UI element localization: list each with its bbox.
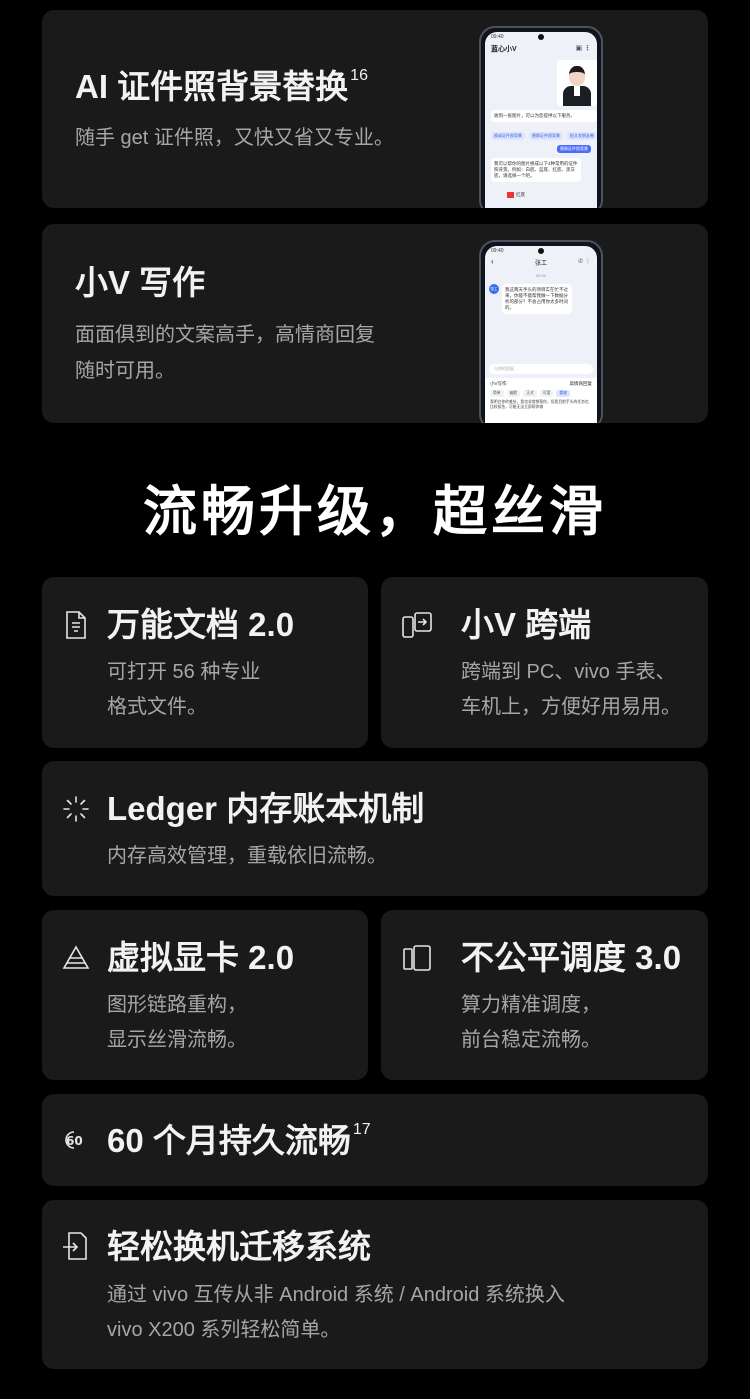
document-icon <box>60 609 92 641</box>
sixty-icon: 60 <box>60 1124 92 1156</box>
feature-docs-card: 万能文档 2.0 可打开 56 种专业 格式文件。 <box>42 577 368 748</box>
camera-icon <box>538 34 544 40</box>
gpu-desc-line2: 显示丝滑流畅。 <box>107 1029 247 1051</box>
docs-desc-line1: 可打开 56 种专业 <box>107 661 261 683</box>
feature-sixty-card: 60 60 个月持久流畅 17 <box>42 1094 708 1186</box>
tone-tabs: 简单 幽默 正式 可爱 委婉 <box>485 390 597 397</box>
migrate-desc-line2: vivo X200 系列轻松简单。 <box>107 1319 341 1341</box>
call-more-icon[interactable]: ✆ ⋮ <box>578 258 591 265</box>
gpu-desc-line1: 图形链路重构， <box>107 994 247 1016</box>
docs-desc-line2: 格式文件。 <box>107 696 207 718</box>
panel-title: 小V写作 <box>490 381 507 386</box>
feature-sched-card: 不公平调度 3.0 算力精准调度， 前台稳定流畅。 <box>381 910 708 1080</box>
chip-selected[interactable]: 替换证件照背景 <box>557 145 591 153</box>
cross-desc-line2: 车机上，方便好用易用。 <box>461 696 681 718</box>
chip-option-3[interactable]: 配文发朋友圈 <box>567 132 597 140</box>
phone-screen: 09:40 ‹ 张工 ✆ ⋮ 09:40 张工 我这两天手头的项目实在忙不过来，你能… <box>485 246 597 423</box>
ai-message-2: 我可以帮你的图片换成以下4种常用的证件照背景。例如：白底、蓝底、红底、黑灰底，请… <box>491 158 581 182</box>
ai-photo-desc: 随手 get 证件照，又快又省又专业。 <box>75 127 394 149</box>
writing-card: 小V 写作 面面俱到的文案高手，高情商回复 随时可用。 09:40 ‹ 张工 ✆ ⋮… <box>42 224 708 423</box>
back-icon[interactable]: ‹ <box>491 257 494 266</box>
message-input[interactable]: 与你的回复… <box>489 364 593 374</box>
tone-tab[interactable]: 委婉 <box>556 390 570 397</box>
phone-mockup-writing: 09:40 ‹ 张工 ✆ ⋮ 09:40 张工 我这两天手头的项目实在忙不过来，你能… <box>479 240 603 423</box>
red-background-option[interactable]: 红底 <box>507 192 525 198</box>
status-time: 09:40 <box>491 248 504 254</box>
chip-option-2[interactable]: 替换证件照背景 <box>529 132 563 140</box>
feature-migrate-card: 轻松换机迁移系统 通过 vivo 互传从非 Android 系统 / Andro… <box>42 1200 708 1369</box>
tone-tab[interactable]: 可爱 <box>539 390 554 397</box>
feature-cross-card: 小V 跨端 跨端到 PC、vivo 手表、 车机上，方便好用易用。 <box>381 577 708 748</box>
tone-tab[interactable]: 幽默 <box>506 390 521 397</box>
contact-name: 张工 <box>534 261 547 267</box>
memory-ledger-icon <box>60 793 92 825</box>
camera-icon <box>538 248 544 254</box>
migrate-icon <box>60 1230 92 1262</box>
sixty-title: 60 个月持久流畅 17 <box>107 1121 371 1159</box>
feature-ledger-card: Ledger 内存账本机制 内存高效管理，重载依旧流畅。 <box>42 761 708 896</box>
section-title: 流畅升级，超丝滑 <box>143 482 607 542</box>
red-swatch <box>507 192 514 198</box>
writing-title: 小V 写作 <box>75 264 206 301</box>
ai-photo-title: AI 证件照背景替换 16 <box>75 67 368 105</box>
menu-icon: ▣ ⋮ <box>575 45 591 52</box>
writing-panel: 小V写作 高情商回复 简单 幽默 正式 可爱 委婉 我明白你的难处，我也非常想帮你，但我目… <box>485 378 597 423</box>
incoming-message: 我这两天手头的项目实在忙不过来，你能不能帮我做一下数据分析的部分？不会占用你太多… <box>502 284 572 314</box>
tone-tab[interactable]: 正式 <box>523 390 537 397</box>
feature-gpu-card: 虚拟显卡 2.0 图形链路重构， 显示丝滑流畅。 <box>42 910 368 1080</box>
migrate-title: 轻松换机迁移系统 <box>107 1228 371 1265</box>
app-title: 蓝心小V <box>491 46 517 53</box>
ledger-title: Ledger 内存账本机制 <box>107 790 425 827</box>
ai-photo-card: AI 证件照背景替换 16 随手 get 证件照，又快又省又专业。 09:40 蓝… <box>42 10 708 208</box>
cross-desc-line1: 跨端到 PC、vivo 手表、 <box>461 661 676 683</box>
footnote-16: 16 <box>350 67 368 84</box>
phone-screen: 09:40 蓝心小V ▣ ⋮ 收到一张图片，可以为您提供以下服务。 换成证件照背景… <box>485 32 597 208</box>
footnote-17: 17 <box>352 1121 371 1138</box>
panel-mode[interactable]: 高情商回复 <box>570 381 593 387</box>
ai-message-1: 收到一张图片，可以为您提供以下服务。 <box>491 110 597 122</box>
portrait-photo <box>557 60 597 106</box>
chat-timestamp: 09:40 <box>535 273 546 278</box>
scheduler-icon <box>401 942 433 974</box>
status-time: 09:40 <box>491 34 504 40</box>
cross-device-icon <box>401 609 433 641</box>
svg-text:60: 60 <box>66 1134 83 1148</box>
avatar: 张工 <box>489 284 499 294</box>
chip-option-1[interactable]: 换成证件照背景 <box>491 132 525 140</box>
gpu-triangle-icon <box>60 942 92 974</box>
migrate-desc-line1: 通过 vivo 互传从非 Android 系统 / Android 系统换入 <box>107 1284 565 1306</box>
sched-desc-line2: 前台稳定流畅。 <box>461 1029 601 1051</box>
gpu-title: 虚拟显卡 2.0 <box>107 939 295 976</box>
writing-desc-line1: 面面俱到的文案高手，高情商回复 <box>75 324 375 346</box>
sched-title: 不公平调度 3.0 <box>461 939 682 976</box>
writing-desc-line2: 随时可用。 <box>75 360 175 382</box>
docs-title: 万能文档 2.0 <box>107 606 295 643</box>
ledger-desc: 内存高效管理，重载依旧流畅。 <box>107 845 387 867</box>
sched-desc-line1: 算力精准调度， <box>461 994 601 1016</box>
cross-title: 小V 跨端 <box>461 606 592 643</box>
phone-mockup-ai-photo: 09:40 蓝心小V ▣ ⋮ 收到一张图片，可以为您提供以下服务。 换成证件照背景… <box>479 26 603 208</box>
reply-suggestion: 我明白你的难处，我也非常想帮你，但我目前手头的任务也比较紧急，可能无法立即帮你做 <box>490 400 589 409</box>
tone-tab[interactable]: 简单 <box>490 390 504 397</box>
